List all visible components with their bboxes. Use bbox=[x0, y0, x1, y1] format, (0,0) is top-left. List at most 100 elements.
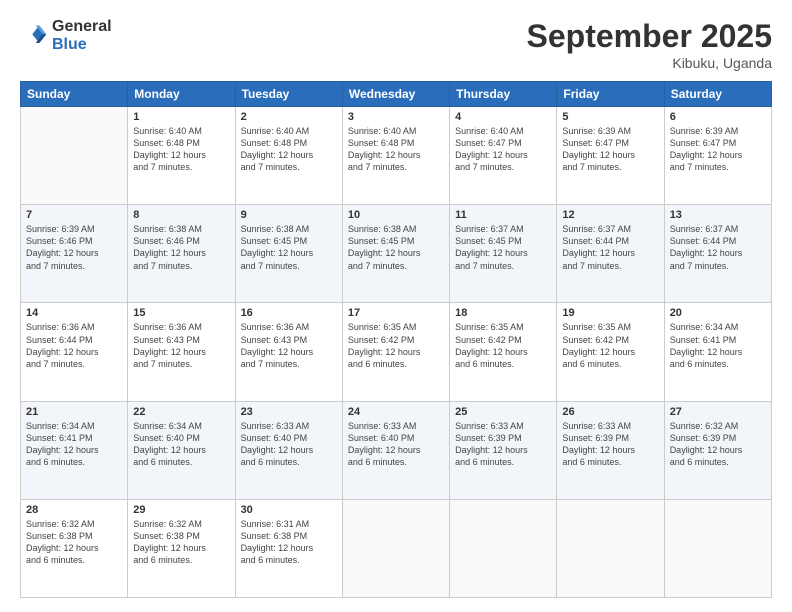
day-info: Sunrise: 6:37 AM Sunset: 6:44 PM Dayligh… bbox=[670, 223, 766, 272]
col-friday: Friday bbox=[557, 82, 664, 107]
day-number: 22 bbox=[133, 406, 229, 418]
day-number: 4 bbox=[455, 111, 551, 123]
logo: General Blue bbox=[20, 18, 112, 53]
day-number: 10 bbox=[348, 209, 444, 221]
day-number: 3 bbox=[348, 111, 444, 123]
header: General Blue September 2025 Kibuku, Ugan… bbox=[20, 18, 772, 71]
day-info: Sunrise: 6:37 AM Sunset: 6:44 PM Dayligh… bbox=[562, 223, 658, 272]
day-number: 26 bbox=[562, 406, 658, 418]
table-row: 29 Sunrise: 6:32 AM Sunset: 6:38 PM Dayli… bbox=[128, 499, 235, 597]
table-row: 21 Sunrise: 6:34 AM Sunset: 6:41 PM Dayli… bbox=[21, 401, 128, 499]
day-number: 14 bbox=[26, 307, 122, 319]
day-info: Sunrise: 6:34 AM Sunset: 6:41 PM Dayligh… bbox=[26, 420, 122, 469]
day-number: 2 bbox=[241, 111, 337, 123]
day-number: 18 bbox=[455, 307, 551, 319]
day-number: 11 bbox=[455, 209, 551, 221]
table-row bbox=[557, 499, 664, 597]
day-info: Sunrise: 6:38 AM Sunset: 6:45 PM Dayligh… bbox=[241, 223, 337, 272]
table-row: 14 Sunrise: 6:36 AM Sunset: 6:44 PM Dayli… bbox=[21, 303, 128, 401]
day-info: Sunrise: 6:35 AM Sunset: 6:42 PM Dayligh… bbox=[348, 321, 444, 370]
table-row bbox=[342, 499, 449, 597]
day-info: Sunrise: 6:35 AM Sunset: 6:42 PM Dayligh… bbox=[455, 321, 551, 370]
day-info: Sunrise: 6:40 AM Sunset: 6:48 PM Dayligh… bbox=[133, 125, 229, 174]
col-thursday: Thursday bbox=[450, 82, 557, 107]
calendar-header: Sunday Monday Tuesday Wednesday Thursday… bbox=[21, 82, 772, 107]
calendar-week-row: 28 Sunrise: 6:32 AM Sunset: 6:38 PM Dayli… bbox=[21, 499, 772, 597]
day-info: Sunrise: 6:32 AM Sunset: 6:38 PM Dayligh… bbox=[133, 518, 229, 567]
day-number: 15 bbox=[133, 307, 229, 319]
col-wednesday: Wednesday bbox=[342, 82, 449, 107]
col-sunday: Sunday bbox=[21, 82, 128, 107]
calendar-week-row: 7 Sunrise: 6:39 AM Sunset: 6:46 PM Daylig… bbox=[21, 205, 772, 303]
table-row: 8 Sunrise: 6:38 AM Sunset: 6:46 PM Daylig… bbox=[128, 205, 235, 303]
day-number: 16 bbox=[241, 307, 337, 319]
table-row: 16 Sunrise: 6:36 AM Sunset: 6:43 PM Dayli… bbox=[235, 303, 342, 401]
day-info: Sunrise: 6:40 AM Sunset: 6:47 PM Dayligh… bbox=[455, 125, 551, 174]
day-info: Sunrise: 6:39 AM Sunset: 6:46 PM Dayligh… bbox=[26, 223, 122, 272]
table-row: 20 Sunrise: 6:34 AM Sunset: 6:41 PM Dayli… bbox=[664, 303, 771, 401]
title-block: September 2025 Kibuku, Uganda bbox=[527, 18, 772, 71]
day-number: 7 bbox=[26, 209, 122, 221]
day-number: 25 bbox=[455, 406, 551, 418]
day-info: Sunrise: 6:32 AM Sunset: 6:39 PM Dayligh… bbox=[670, 420, 766, 469]
page: General Blue September 2025 Kibuku, Ugan… bbox=[0, 0, 792, 612]
table-row: 6Sunrise: 6:39 AM Sunset: 6:47 PM Daylig… bbox=[664, 107, 771, 205]
day-number: 1 bbox=[133, 111, 229, 123]
table-row: 28Sunrise: 6:32 AM Sunset: 6:38 PM Dayli… bbox=[21, 499, 128, 597]
day-info: Sunrise: 6:38 AM Sunset: 6:45 PM Dayligh… bbox=[348, 223, 444, 272]
col-monday: Monday bbox=[128, 82, 235, 107]
day-info: Sunrise: 6:33 AM Sunset: 6:40 PM Dayligh… bbox=[348, 420, 444, 469]
day-number: 21 bbox=[26, 406, 122, 418]
table-row: 15Sunrise: 6:36 AM Sunset: 6:43 PM Dayli… bbox=[128, 303, 235, 401]
calendar-week-row: 1 Sunrise: 6:40 AM Sunset: 6:48 PM Daylig… bbox=[21, 107, 772, 205]
day-info: Sunrise: 6:40 AM Sunset: 6:48 PM Dayligh… bbox=[241, 125, 337, 174]
table-row: 18 Sunrise: 6:35 AM Sunset: 6:42 PM Dayli… bbox=[450, 303, 557, 401]
table-row: 11 Sunrise: 6:37 AM Sunset: 6:45 PM Dayli… bbox=[450, 205, 557, 303]
day-info: Sunrise: 6:38 AM Sunset: 6:46 PM Dayligh… bbox=[133, 223, 229, 272]
day-number: 30 bbox=[241, 504, 337, 516]
day-info: Sunrise: 6:33 AM Sunset: 6:39 PM Dayligh… bbox=[455, 420, 551, 469]
day-info: Sunrise: 6:37 AM Sunset: 6:45 PM Dayligh… bbox=[455, 223, 551, 272]
logo-blue-text: Blue bbox=[52, 36, 112, 54]
table-row: 9Sunrise: 6:38 AM Sunset: 6:45 PM Daylig… bbox=[235, 205, 342, 303]
month-title: September 2025 bbox=[527, 18, 772, 55]
col-tuesday: Tuesday bbox=[235, 82, 342, 107]
table-row: 26 Sunrise: 6:33 AM Sunset: 6:39 PM Dayli… bbox=[557, 401, 664, 499]
table-row: 7 Sunrise: 6:39 AM Sunset: 6:46 PM Daylig… bbox=[21, 205, 128, 303]
day-info: Sunrise: 6:39 AM Sunset: 6:47 PM Dayligh… bbox=[670, 125, 766, 174]
day-info: Sunrise: 6:36 AM Sunset: 6:44 PM Dayligh… bbox=[26, 321, 122, 370]
logo-general-text: General bbox=[52, 18, 112, 36]
col-saturday: Saturday bbox=[664, 82, 771, 107]
table-row: 24Sunrise: 6:33 AM Sunset: 6:40 PM Dayli… bbox=[342, 401, 449, 499]
table-row: 27 Sunrise: 6:32 AM Sunset: 6:39 PM Dayli… bbox=[664, 401, 771, 499]
day-number: 23 bbox=[241, 406, 337, 418]
day-number: 29 bbox=[133, 504, 229, 516]
day-number: 5 bbox=[562, 111, 658, 123]
day-info: Sunrise: 6:40 AM Sunset: 6:48 PM Dayligh… bbox=[348, 125, 444, 174]
day-info: Sunrise: 6:33 AM Sunset: 6:39 PM Dayligh… bbox=[562, 420, 658, 469]
day-number: 28 bbox=[26, 504, 122, 516]
day-number: 12 bbox=[562, 209, 658, 221]
calendar-week-row: 14 Sunrise: 6:36 AM Sunset: 6:44 PM Dayli… bbox=[21, 303, 772, 401]
table-row: 17 Sunrise: 6:35 AM Sunset: 6:42 PM Dayli… bbox=[342, 303, 449, 401]
day-info: Sunrise: 6:31 AM Sunset: 6:38 PM Dayligh… bbox=[241, 518, 337, 567]
table-row: 10 Sunrise: 6:38 AM Sunset: 6:45 PM Dayli… bbox=[342, 205, 449, 303]
day-number: 27 bbox=[670, 406, 766, 418]
table-row: 12 Sunrise: 6:37 AM Sunset: 6:44 PM Dayli… bbox=[557, 205, 664, 303]
day-number: 17 bbox=[348, 307, 444, 319]
logo-text: General Blue bbox=[52, 18, 112, 53]
calendar-table: Sunday Monday Tuesday Wednesday Thursday… bbox=[20, 81, 772, 598]
table-row bbox=[21, 107, 128, 205]
day-info: Sunrise: 6:36 AM Sunset: 6:43 PM Dayligh… bbox=[241, 321, 337, 370]
table-row: 30 Sunrise: 6:31 AM Sunset: 6:38 PM Dayli… bbox=[235, 499, 342, 597]
day-info: Sunrise: 6:33 AM Sunset: 6:40 PM Dayligh… bbox=[241, 420, 337, 469]
day-number: 8 bbox=[133, 209, 229, 221]
table-row: 2 Sunrise: 6:40 AM Sunset: 6:48 PM Daylig… bbox=[235, 107, 342, 205]
day-info: Sunrise: 6:34 AM Sunset: 6:41 PM Dayligh… bbox=[670, 321, 766, 370]
table-row: 25 Sunrise: 6:33 AM Sunset: 6:39 PM Dayli… bbox=[450, 401, 557, 499]
day-number: 19 bbox=[562, 307, 658, 319]
day-number: 20 bbox=[670, 307, 766, 319]
table-row: 3 Sunrise: 6:40 AM Sunset: 6:48 PM Daylig… bbox=[342, 107, 449, 205]
logo-icon bbox=[20, 22, 48, 50]
table-row: 19Sunrise: 6:35 AM Sunset: 6:42 PM Dayli… bbox=[557, 303, 664, 401]
